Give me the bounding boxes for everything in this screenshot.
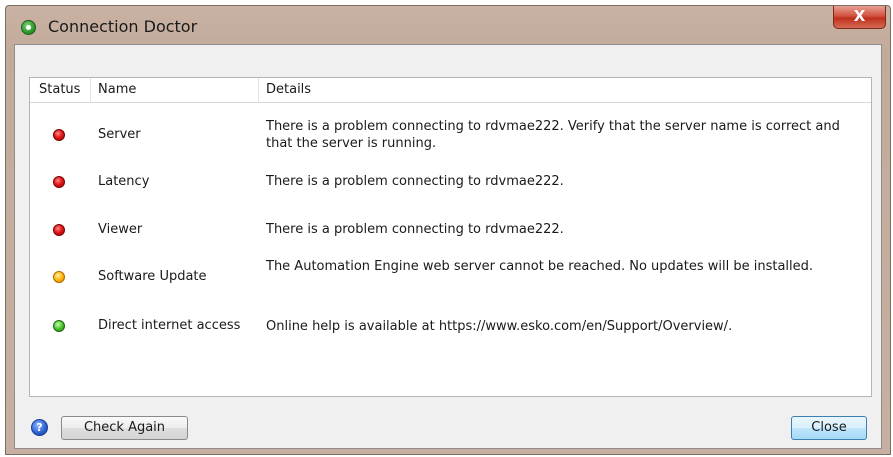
row-details: There is a problem connecting to rdvmae2…	[266, 174, 564, 189]
row-details: Online help is available at https://www.…	[266, 319, 733, 334]
column-header-details[interactable]: Details	[259, 78, 859, 102]
row-name: Server	[98, 127, 141, 142]
status-red-icon	[53, 224, 65, 236]
dialog-content: Status Name Details Server There is a pr…	[14, 44, 882, 449]
table-row[interactable]: Server There is a problem connecting to …	[30, 114, 871, 156]
window-title: Connection Doctor	[48, 17, 198, 36]
status-red-icon	[53, 176, 65, 188]
app-status-icon	[21, 20, 36, 35]
connection-doctor-window: Connection Doctor X Status Name Details …	[5, 5, 891, 455]
column-header-status[interactable]: Status	[30, 78, 91, 102]
row-name: Software Update	[98, 269, 207, 284]
table-header: Status Name Details	[30, 78, 871, 103]
row-details: The Automation Engine web server cannot …	[266, 259, 814, 274]
column-header-name[interactable]: Name	[91, 78, 259, 102]
status-yellow-icon	[53, 271, 65, 283]
row-details: There is a problem connecting to rdvmae2…	[266, 119, 840, 151]
table-row[interactable]: Latency There is a problem connecting to…	[30, 166, 871, 196]
row-name: Direct internet access	[98, 318, 241, 333]
help-icon[interactable]: ?	[31, 419, 48, 436]
row-name: Viewer	[98, 222, 143, 237]
title-bar[interactable]: Connection Doctor X	[6, 6, 890, 46]
status-red-icon	[53, 129, 65, 141]
window-close-button[interactable]: X	[833, 6, 886, 29]
table-row[interactable]: Direct internet access Online help is av…	[30, 310, 871, 340]
table-row[interactable]: Viewer There is a problem connecting to …	[30, 213, 871, 243]
row-name: Latency	[98, 174, 150, 189]
table-row[interactable]: Software Update The Automation Engine we…	[30, 255, 871, 299]
close-icon: X	[853, 7, 866, 25]
close-button[interactable]: Close	[791, 416, 867, 440]
status-green-icon	[53, 320, 65, 332]
row-details: There is a problem connecting to rdvmae2…	[266, 222, 564, 237]
status-table: Status Name Details Server There is a pr…	[29, 77, 872, 397]
check-again-button[interactable]: Check Again	[61, 416, 188, 440]
